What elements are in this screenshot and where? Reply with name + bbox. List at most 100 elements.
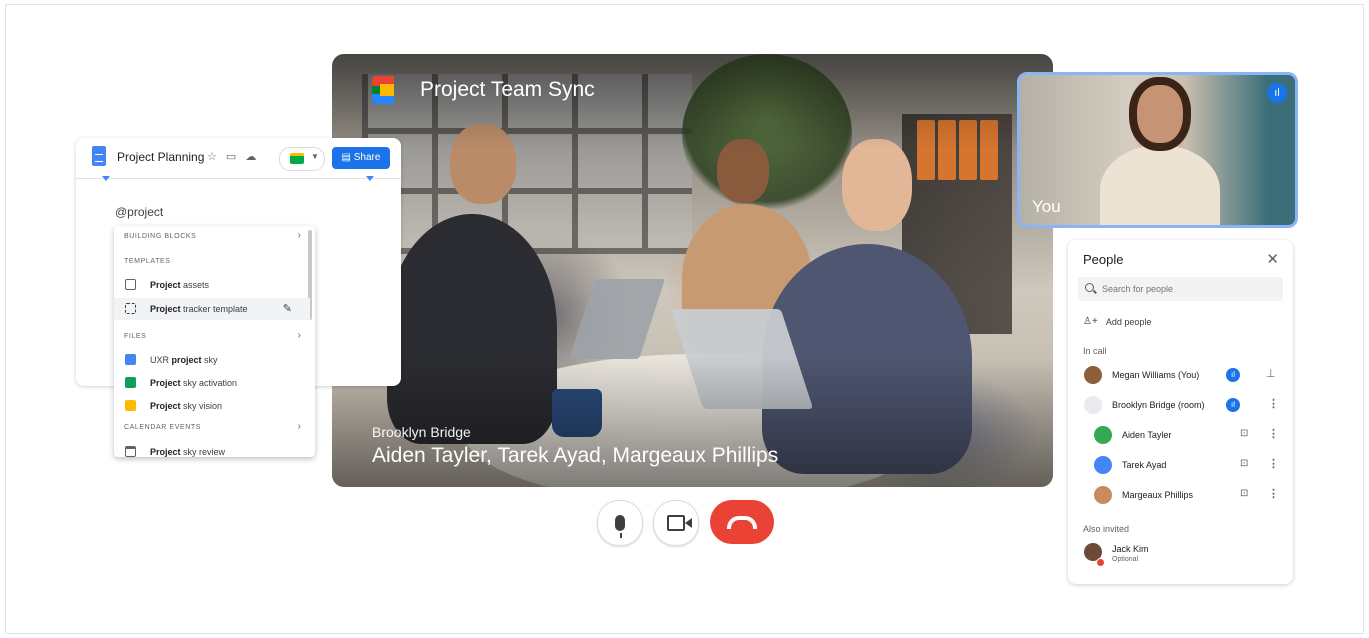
self-view-label: You	[1032, 197, 1061, 216]
template-icon	[125, 279, 136, 290]
grid-template-icon	[125, 303, 136, 314]
companion-device-icon: ⊡	[1240, 428, 1249, 439]
match-text: project	[171, 355, 202, 365]
end-call-button[interactable]	[710, 500, 774, 544]
menu-item-file[interactable]: Project sky vision	[114, 395, 310, 417]
audio-level-icon: ıl	[1226, 398, 1240, 412]
more-vert-icon[interactable]: ⋮	[1268, 487, 1279, 500]
invited-status: Optional	[1112, 556, 1139, 563]
match-text: Project	[150, 401, 181, 411]
section-files[interactable]: FILES	[124, 333, 146, 340]
add-people-label: Add people	[1105, 316, 1152, 327]
also-invited-label: Also invited	[1083, 524, 1130, 534]
docs-star-move-cloud-icons[interactable]: ☆ ▭ ☁	[207, 150, 259, 163]
declined-badge-icon	[1096, 558, 1105, 567]
docs-file-icon	[92, 146, 106, 166]
chevron-right-icon: ›	[297, 330, 301, 341]
rest-text: sky vision	[180, 401, 223, 411]
participant-name: Margeaux Phillips	[1122, 490, 1194, 500]
audio-level-icon: ıl	[1267, 83, 1287, 103]
menu-item-label: Project sky activation	[150, 378, 237, 388]
participant-name: Megan Williams (You)	[1112, 370, 1200, 380]
people-title: People	[1083, 252, 1124, 267]
menu-item-file[interactable]: UXR project sky	[114, 349, 310, 371]
participant-name: Tarek Ayad	[1122, 460, 1167, 470]
camera-button[interactable]	[653, 500, 699, 546]
match-text: Project	[150, 378, 181, 388]
pin-icon[interactable]: ⊥	[1266, 367, 1276, 380]
menu-item-label: Project tracker template	[150, 304, 248, 314]
companion-device-icon: ⊡	[1240, 458, 1249, 469]
participant-row[interactable]: Margeaux Phillips ⊡ ⋮	[1068, 483, 1293, 507]
main-video-tile[interactable]: Project Team Sync Brooklyn Bridge Aiden …	[332, 54, 1053, 487]
menu-item-event[interactable]: Project sky review	[114, 441, 310, 457]
docs-file-icon	[125, 354, 136, 365]
sheets-file-icon	[125, 377, 136, 388]
menu-item-template[interactable]: Project tracker template ✎	[114, 298, 310, 320]
rest-text: sky	[201, 355, 218, 365]
invited-row[interactable]: Jack Kim Optional	[1068, 540, 1293, 570]
chevron-right-icon: ›	[297, 421, 301, 432]
menu-item-template[interactable]: Project assets	[114, 274, 310, 296]
companion-device-icon: ⊡	[1240, 488, 1249, 499]
participant-name: Brooklyn Bridge (room)	[1112, 400, 1205, 410]
more-vert-icon[interactable]: ⋮	[1268, 397, 1279, 410]
match-text: Project	[150, 280, 181, 290]
self-view-tile[interactable]: ıl You	[1017, 72, 1298, 228]
more-vert-icon[interactable]: ⋮	[1268, 457, 1279, 470]
rest-text: tracker template	[180, 304, 248, 314]
docs-title[interactable]: Project Planning	[117, 150, 204, 164]
rest-text: assets	[180, 280, 210, 290]
microphone-button[interactable]	[597, 500, 643, 546]
search-icon	[1085, 283, 1094, 292]
room-label: Brooklyn Bridge	[372, 424, 471, 440]
ruler-indent-marker[interactable]	[366, 176, 374, 181]
share-label: Share	[353, 152, 381, 163]
ruler-indent-marker[interactable]	[102, 176, 110, 181]
match-text: Project	[150, 447, 181, 457]
docs-toolbar: Project Planning ☆ ▭ ☁ ▼ ▤ Share	[76, 138, 401, 179]
participant-row[interactable]: Megan Williams (You) ıl ⊥	[1068, 363, 1293, 387]
videocam-icon	[667, 515, 685, 531]
in-call-label: In call	[1083, 346, 1107, 356]
google-meet-logo-icon	[372, 76, 408, 104]
search-people-input[interactable]	[1078, 277, 1283, 301]
meet-mini-icon	[290, 153, 304, 164]
self-figure	[1100, 145, 1220, 225]
video-shade	[332, 54, 1053, 487]
close-icon[interactable]: ✕	[1266, 250, 1279, 268]
chevron-right-icon: ›	[297, 230, 301, 241]
share-button[interactable]: ▤ Share	[332, 147, 390, 169]
participant-row[interactable]: Brooklyn Bridge (room) ıl ⋮	[1068, 393, 1293, 417]
participants-label: Aiden Tayler, Tarek Ayad, Margeaux Phill…	[372, 444, 779, 467]
call-end-icon	[727, 515, 757, 529]
section-building-blocks[interactable]: BUILDING BLOCKS	[124, 233, 196, 240]
mention-text[interactable]: @project	[115, 205, 163, 219]
add-people-button[interactable]: ♙+ Add people	[1083, 316, 1151, 327]
room-avatar	[1084, 396, 1102, 414]
avatar	[1094, 456, 1112, 474]
rest-text: sky activation	[180, 378, 238, 388]
mic-icon	[615, 515, 625, 538]
people-panel: People ✕ ♙+ Add people In call Megan Wil…	[1068, 240, 1293, 584]
menu-item-label: Project assets	[150, 280, 209, 290]
menu-item-label: Project sky vision	[150, 401, 222, 411]
participant-row[interactable]: Aiden Tayler ⊡ ⋮	[1068, 423, 1293, 447]
menu-item-file[interactable]: Project sky activation	[114, 372, 310, 394]
pre-text: UXR	[150, 355, 172, 365]
meeting-header: Project Team Sync	[372, 76, 595, 104]
menu-item-label: UXR project sky	[150, 355, 218, 365]
edit-pencil-icon[interactable]: ✎	[283, 302, 292, 315]
avatar	[1094, 486, 1112, 504]
chevron-down-icon: ▼	[311, 152, 319, 161]
avatar	[1084, 366, 1102, 384]
avatar	[1094, 426, 1112, 444]
person-add-icon: ♙+	[1083, 316, 1098, 327]
invited-name: Jack Kim	[1112, 544, 1149, 554]
meeting-title: Project Team Sync	[420, 78, 595, 101]
rest-text: sky review	[180, 447, 226, 457]
meet-in-docs-button[interactable]: ▼	[279, 147, 325, 171]
more-vert-icon[interactable]: ⋮	[1268, 427, 1279, 440]
section-calendar-events[interactable]: CALENDAR EVENTS	[124, 424, 201, 431]
participant-row[interactable]: Tarek Ayad ⊡ ⋮	[1068, 453, 1293, 477]
